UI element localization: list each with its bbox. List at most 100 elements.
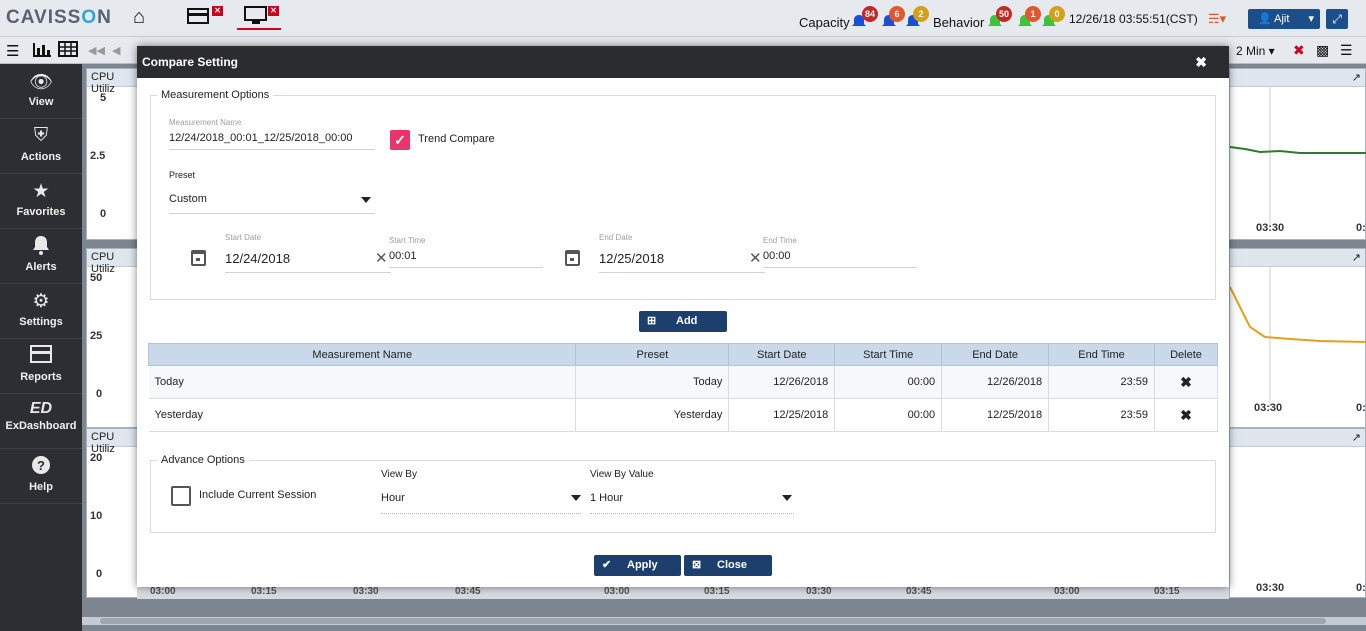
- sidebar-item-view[interactable]: 👁 View: [0, 64, 82, 119]
- sidebar-item-settings[interactable]: ⚙ Settings: [0, 284, 82, 339]
- layout-icon[interactable]: ▩: [1316, 42, 1329, 59]
- column-header[interactable]: Start Date: [728, 343, 836, 366]
- capacity-minor-badge[interactable]: 2: [913, 6, 929, 22]
- capacity-critical-badge[interactable]: 84: [862, 6, 878, 22]
- apply-button-label: Apply: [627, 559, 658, 571]
- close-square-icon: ⊠: [692, 559, 702, 571]
- column-header[interactable]: Measurement Name: [147, 343, 577, 366]
- measurement-name-input[interactable]: 12/24/2018_00:01_12/25/2018_00:00: [169, 132, 353, 144]
- y-tick: 5: [100, 92, 107, 104]
- column-header[interactable]: Delete: [1153, 343, 1219, 366]
- user-menu-button[interactable]: 👤 Ajit ▾: [1248, 9, 1320, 29]
- capacity-major-badge[interactable]: 6: [889, 6, 905, 22]
- table-row[interactable]: Today Today 12/26/2018 00:00 12/26/2018 …: [148, 365, 1219, 399]
- view-by-dropdown[interactable]: Hour: [381, 492, 405, 504]
- chevron-down-icon[interactable]: [571, 495, 581, 501]
- sidebar-item-reports[interactable]: Reports: [0, 339, 82, 394]
- top-bar: CAVISSON ⌂ ✕ ✕ Capacity 84 6 2 Behavior …: [0, 0, 1366, 37]
- x-tick: 03:30: [1256, 222, 1285, 234]
- background-panel: ↗: [1229, 68, 1366, 240]
- background-panel: ↗: [1229, 248, 1366, 428]
- close-button[interactable]: ⊠ Close: [684, 555, 772, 576]
- close-icon[interactable]: ✖: [1195, 54, 1207, 71]
- apply-button[interactable]: ✔ Apply: [594, 555, 681, 576]
- column-header[interactable]: End Date: [941, 343, 1050, 366]
- start-time-input[interactable]: 00:01: [389, 250, 417, 262]
- sidebar-item-label: Reports: [20, 371, 62, 383]
- include-current-session-label: Include Current Session: [199, 489, 317, 501]
- cell-start-time: 00:00: [834, 398, 943, 432]
- sidebar-item-label: Alerts: [25, 261, 57, 273]
- sidebar: 👁 View ⛨ Actions ★ Favorites Alerts ⚙ Settin…: [0, 64, 82, 631]
- calendar-icon[interactable]: [565, 250, 580, 266]
- delete-icon[interactable]: ✖: [1154, 398, 1219, 432]
- sidebar-item-alerts[interactable]: Alerts: [0, 229, 82, 284]
- sidebar-item-help[interactable]: ? Help: [0, 449, 82, 504]
- cell-end-date: 12/26/2018: [941, 365, 1050, 399]
- bar-chart-icon[interactable]: [32, 41, 52, 61]
- prev-page-icon[interactable]: ◀: [112, 44, 120, 57]
- column-header[interactable]: Start Time: [834, 343, 943, 366]
- sidebar-item-label: View: [28, 96, 54, 108]
- input-underline: [169, 149, 375, 150]
- column-header[interactable]: Preset: [575, 343, 730, 366]
- line-chart-icon[interactable]: ↗: [1352, 432, 1361, 444]
- shield-icon: ⛨: [33, 125, 49, 146]
- behavior-critical-badge[interactable]: 50: [996, 6, 1012, 22]
- x-tick: 03:00: [604, 586, 630, 597]
- sidebar-item-actions[interactable]: ⛨ Actions: [0, 119, 82, 174]
- view-by-value-dropdown[interactable]: 1 Hour: [590, 492, 623, 504]
- start-date-label: Start Date: [225, 233, 262, 242]
- pin-icon[interactable]: ✖: [1293, 42, 1305, 59]
- end-time-input[interactable]: 00:00: [763, 250, 791, 262]
- cell-end-date: 12/25/2018: [941, 398, 1050, 432]
- calendar-icon[interactable]: [191, 250, 206, 266]
- column-header[interactable]: End Time: [1048, 343, 1155, 366]
- home-icon[interactable]: ⌂: [133, 6, 145, 29]
- clear-icon[interactable]: ✕: [749, 249, 762, 267]
- behavior-major-badge[interactable]: 1: [1025, 6, 1041, 22]
- include-current-session-checkbox[interactable]: [171, 486, 191, 506]
- close-button-label: Close: [717, 559, 747, 571]
- horizontal-scrollbar[interactable]: [100, 618, 1326, 624]
- y-tick: 2.5: [90, 150, 106, 162]
- sidebar-item-favorites[interactable]: ★ Favorites: [0, 174, 82, 229]
- measurement-table: Measurement Name Preset Start Date Start…: [147, 343, 1219, 432]
- alert-toggle-icon[interactable]: ☴▾: [1208, 11, 1226, 27]
- menu-icon[interactable]: ☰: [6, 42, 19, 60]
- end-time-label: End Time: [763, 236, 797, 245]
- card-window-icon[interactable]: [187, 7, 211, 31]
- check-icon: ✔: [602, 559, 612, 571]
- behavior-minor-badge[interactable]: 0: [1049, 6, 1065, 22]
- trend-compare-checkbox[interactable]: ✓: [390, 130, 410, 150]
- chevron-down-icon[interactable]: [361, 197, 371, 203]
- table-icon[interactable]: [58, 41, 78, 61]
- start-date-input[interactable]: 12/24/2018: [225, 251, 290, 266]
- x-tick: 0:: [1356, 582, 1366, 594]
- preset-dropdown[interactable]: Custom: [169, 193, 207, 205]
- expand-icon[interactable]: ⤢: [1326, 9, 1348, 29]
- first-page-icon[interactable]: ◀◀: [88, 44, 105, 57]
- end-date-input[interactable]: 12/25/2018: [599, 251, 664, 266]
- user-name: Ajit: [1274, 13, 1290, 25]
- plus-square-icon: ⊞: [647, 315, 657, 327]
- end-date-label: End Date: [599, 233, 633, 242]
- line-chart-icon[interactable]: ↗: [1352, 72, 1361, 84]
- table-row[interactable]: Yesterday Yesterday 12/25/2018 00:00 12/…: [148, 398, 1219, 432]
- behavior-label[interactable]: Behavior: [933, 15, 984, 30]
- list-icon[interactable]: ☰: [1340, 42, 1353, 59]
- delete-icon[interactable]: ✖: [1154, 365, 1219, 399]
- close-badge-icon[interactable]: ✕: [268, 6, 279, 16]
- line-chart-icon[interactable]: ↗: [1352, 252, 1361, 264]
- server-clock: 12/26/18 03:55:51(CST): [1069, 12, 1198, 26]
- chevron-down-icon[interactable]: [782, 495, 792, 501]
- y-tick: 10: [90, 510, 103, 522]
- close-badge-icon[interactable]: ✕: [212, 6, 223, 16]
- capacity-label[interactable]: Capacity: [799, 15, 850, 30]
- interval-select[interactable]: 2 Min ▾: [1236, 44, 1275, 58]
- view-by-value-label: View By Value: [590, 469, 654, 480]
- add-button[interactable]: ⊞ Add: [639, 311, 727, 332]
- clear-icon[interactable]: ✕: [375, 249, 388, 267]
- advance-options-legend: Advance Options: [161, 454, 245, 466]
- sidebar-item-exdashboard[interactable]: ED ExDashboard: [0, 394, 82, 449]
